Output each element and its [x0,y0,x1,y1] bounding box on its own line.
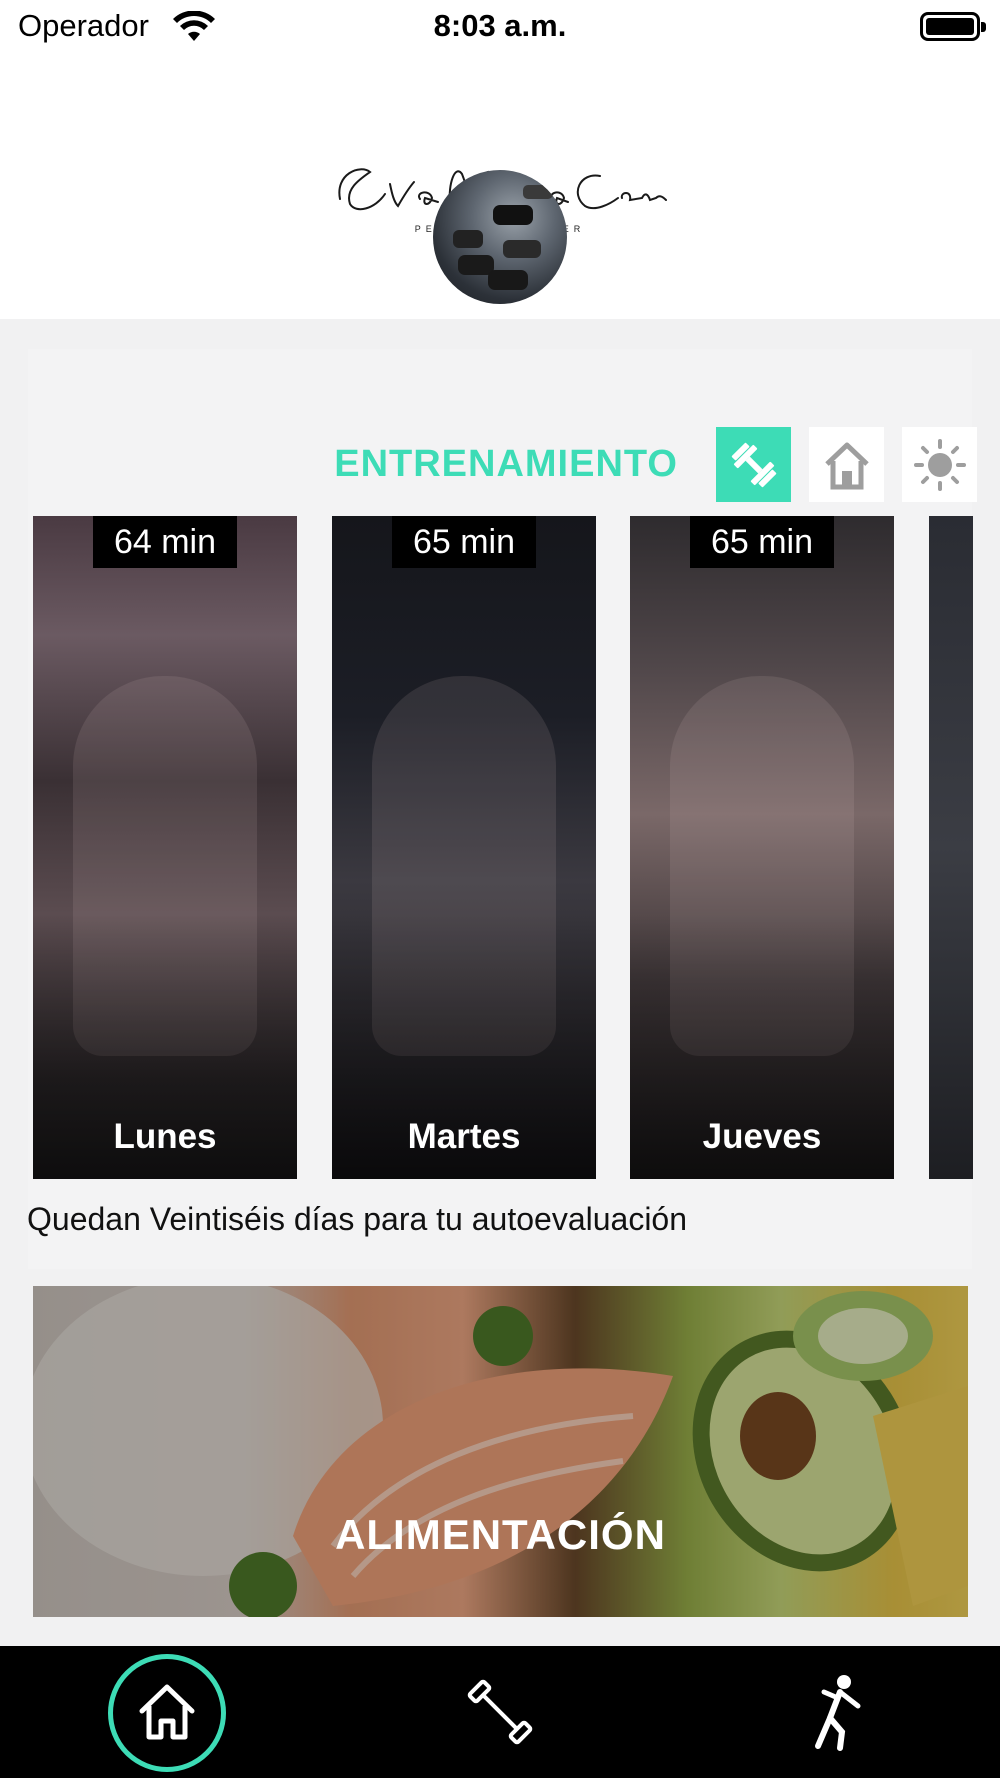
battery-icon [920,12,986,41]
bottom-tab-bar [0,1646,1000,1778]
nav-training[interactable] [435,1646,565,1778]
workout-card[interactable]: 65 min Jueves [630,516,894,1179]
nav-stretching[interactable] [770,1646,900,1778]
active-indicator-ring [108,1654,226,1772]
banner-overlay [33,1286,968,1617]
dumbbell-rack-photo [453,185,553,290]
workout-duration: 64 min [93,516,237,568]
workout-duration: 65 min [690,516,834,568]
workout-card[interactable]: 65 min Martes [332,516,596,1179]
workout-duration: 65 min [392,516,536,568]
dumbbell-icon [467,1679,533,1745]
card-overlay [332,516,596,1179]
sun-icon [913,438,966,491]
card-overlay [630,516,894,1179]
profile-avatar[interactable] [433,170,567,304]
workout-day: Lunes [113,1117,217,1156]
workout-card-partial[interactable] [929,516,973,1179]
workout-card[interactable]: 64 min Lunes [33,516,297,1179]
nav-home[interactable] [102,1646,232,1778]
tab-home[interactable] [809,427,884,502]
evaluation-notice: Quedan Veintiséis días para tu autoevalu… [27,1201,688,1237]
card-overlay [33,516,297,1179]
training-title: ENTRENAMIENTO [334,443,678,485]
dumbbell-icon [731,442,776,487]
workout-day: Martes [407,1117,521,1156]
status-time: 8:03 a.m. [433,8,567,43]
workout-day: Jueves [702,1117,822,1156]
stretching-icon [815,1675,861,1751]
nutrition-label: ALIMENTACIÓN [335,1511,666,1558]
status-bar: Operador 8:03 a.m. [0,0,1000,56]
nutrition-banner[interactable]: ALIMENTACIÓN [33,1286,968,1617]
tab-gym[interactable] [716,427,791,502]
house-icon [824,442,869,489]
tab-outdoor[interactable] [902,427,977,502]
